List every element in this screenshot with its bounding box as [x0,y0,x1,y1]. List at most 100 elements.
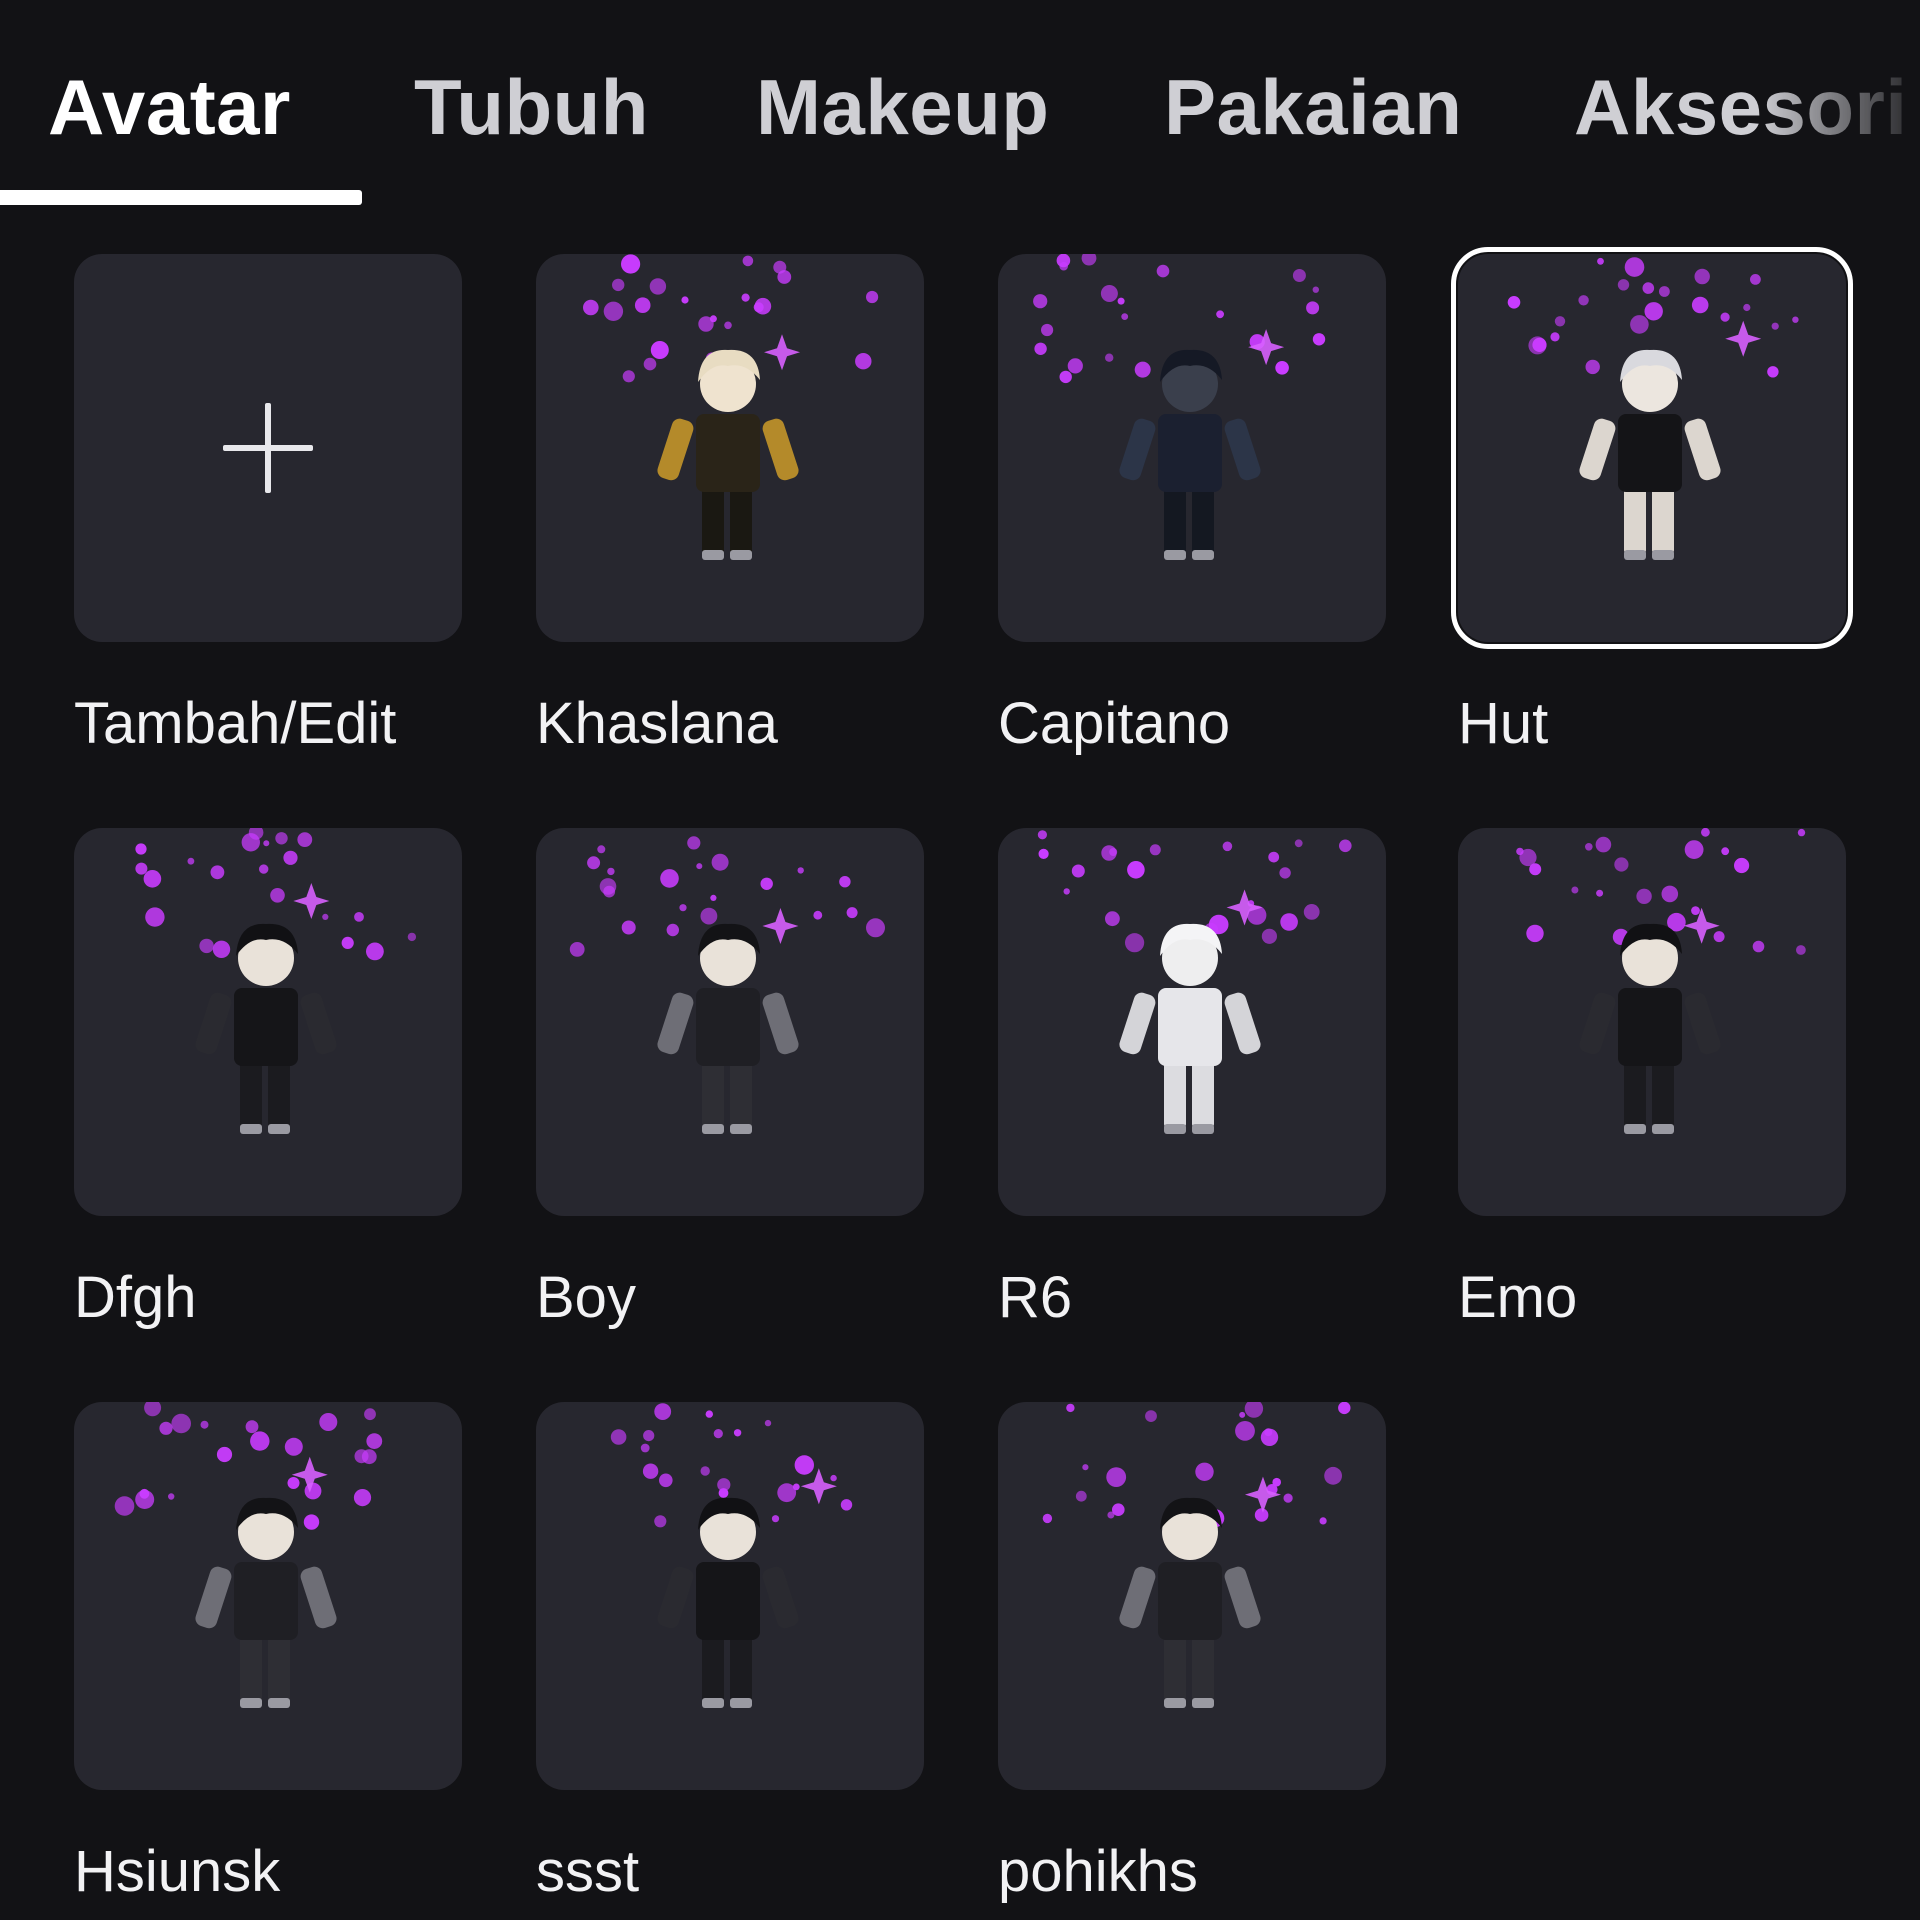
sparkle-particle [1526,924,1544,943]
avatar-thumbnail[interactable] [998,254,1386,642]
avatar-thumbnail[interactable] [536,828,924,1216]
sparkle-particle [700,907,718,925]
sparkle-particle [1037,830,1047,840]
sparkle-particle [1713,931,1725,943]
avatar-thumbnail[interactable] [74,1402,462,1790]
avatar-figure-icon [610,1403,853,1708]
avatar-thumbnail[interactable] [998,828,1386,1216]
sparkle-particle [733,1429,742,1437]
outfit-card-ssst[interactable]: ssst [536,1402,924,1904]
sparkle-particle [855,353,872,370]
outfit-card-khaslana[interactable]: Khaslana [536,254,924,756]
outfit-label: Hut [1458,691,1549,756]
sparkle-particle [1595,836,1612,853]
outfit-card-boy[interactable]: Boy [536,828,924,1330]
sparkle-particle [135,1490,155,1509]
sparkle-particle [1752,940,1765,953]
sparkle-particle [1042,1513,1053,1524]
sparkle-particle [1585,843,1593,851]
sparkle-particle [1797,828,1806,837]
outfit-card-hut[interactable]: Hut [1451,247,1853,756]
sparkle-particle [364,1408,376,1421]
sparkle-particle [1644,302,1663,321]
sparkle-particle [666,923,679,937]
sparkle-particle [1066,1403,1075,1413]
sparkle-particle [1067,358,1083,374]
sparkle-particle [1529,863,1542,876]
sparkle-particle [1244,1402,1264,1418]
sparkle-particle [1691,296,1709,314]
sparkle-particle [1507,296,1521,309]
sparkle-particle [1100,285,1118,302]
sparkle-particle [771,1515,780,1523]
outfit-card-capitano[interactable]: Capitano [998,254,1386,756]
sparkle-particle [216,1446,233,1463]
sparkle-particle [650,341,669,359]
outfit-card-emo[interactable]: Emo [1458,828,1846,1330]
outfit-label: Capitano [998,691,1231,756]
outfit-card-dfgh[interactable]: Dfgh [74,828,462,1330]
sparkle-particle [1750,274,1761,285]
sparkle-particle [698,316,714,332]
sparkle-particle [587,856,601,870]
avatar-body [195,1497,337,1708]
sparkle-particle [621,920,636,935]
sparkle-particle [1550,332,1560,342]
sparkle-particle [1235,1421,1255,1441]
outfit-label: Tambah/Edit [74,691,397,756]
avatar-body [1119,923,1261,1134]
sparkle-particle [1239,1411,1246,1418]
avatar-thumbnail[interactable] [998,1402,1386,1790]
sparkle-particle [1338,1402,1351,1415]
add-outfit-tile[interactable] [74,254,462,642]
sparkle-particle [603,301,624,321]
avatar-figure-icon [135,828,417,1134]
outfit-label: ssst [536,1839,640,1904]
sparkle-particle [1059,261,1068,271]
sparkle-particle [341,936,354,949]
outfit-card-r6[interactable]: R6 [998,828,1386,1330]
sparkle-particle [649,278,667,295]
sparkle-particle [1324,1466,1342,1485]
sparkle-particle [830,1474,837,1482]
avatar-thumbnail[interactable] [536,1402,924,1790]
outfit-card-pohikhs[interactable]: pohikhs [998,1402,1386,1904]
sparkle-particle [754,297,772,315]
outfit-card-add-edit[interactable]: Tambah/Edit [74,254,462,756]
sparkle-particle [1149,844,1161,856]
avatar-thumbnail[interactable] [74,828,462,1216]
sparkle-particle [354,912,364,922]
sparkle-particle [145,907,165,927]
sparkle-particle [660,869,679,888]
sparkle-particle [1796,945,1806,955]
avatar-body [1579,349,1721,560]
avatar-thumbnail[interactable] [1451,247,1853,649]
sparkle-particle [1038,848,1049,859]
sparkle-particle [159,1421,173,1435]
sparkle-particle [777,270,792,284]
avatar-figure-icon [1033,254,1326,560]
sparkle-particle [1082,1464,1089,1471]
sparkle-particle [607,867,615,876]
sparkle-particle [794,1455,814,1475]
outfit-card-hsiunsk[interactable]: Hsiunsk [74,1402,462,1904]
sparkle-particle [724,321,732,330]
avatar-body [657,349,799,560]
sparkle-particle [1554,316,1566,327]
sparkle-particle [1145,1410,1157,1422]
sparkle-particle [846,907,858,919]
outfit-label: Boy [536,1265,636,1330]
sparkle-particle [1617,279,1630,291]
sparkle-particle [1585,359,1600,375]
sparkle-particle [1268,851,1280,863]
sparkle-particle [353,1489,372,1507]
avatar-body [1119,349,1261,560]
sparkle-star [764,334,801,371]
avatar-body [657,1497,799,1708]
avatar-thumbnail[interactable] [1458,828,1846,1216]
sparkle-particle [866,290,879,304]
sparkle-particle [1596,889,1604,897]
sparkle-particle [1630,315,1649,334]
sparkle-particle [187,857,195,865]
avatar-thumbnail[interactable] [536,254,924,642]
